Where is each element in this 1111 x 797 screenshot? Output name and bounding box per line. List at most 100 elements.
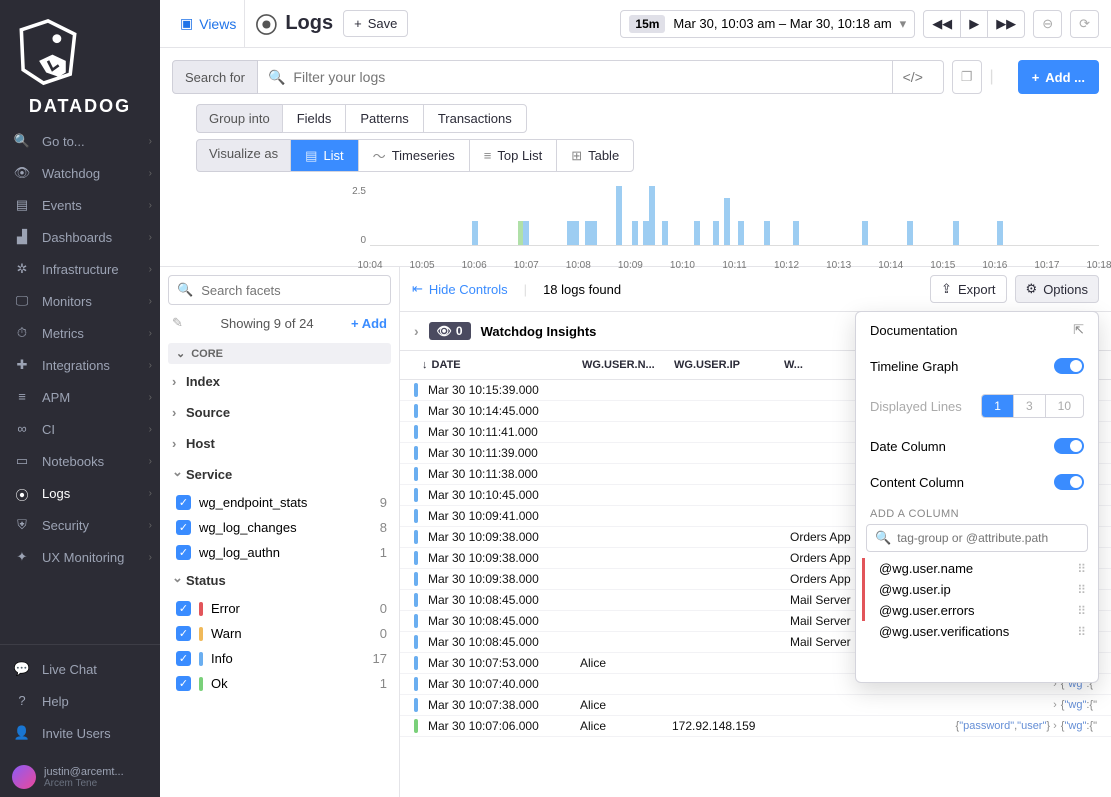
nav-item-security[interactable]: ⛨Security›	[0, 509, 160, 541]
nav-item-dashboards[interactable]: ▟Dashboards›	[0, 221, 160, 253]
nav-item-invite-users[interactable]: 👤Invite Users	[0, 717, 160, 749]
facet-item-ok[interactable]: ✓Ok1	[168, 671, 391, 696]
nav-user[interactable]: justin@arcemt... Arcem Tene	[0, 757, 160, 797]
checkbox-icon[interactable]: ✓	[176, 545, 191, 560]
options-button[interactable]: ⚙ Options	[1015, 275, 1099, 303]
nav-item-go-to-[interactable]: 🔍Go to...›	[0, 125, 160, 157]
table-row[interactable]: Mar 30 10:07:06.000Alice172.92.148.159{"…	[400, 716, 1111, 737]
facet-group-source[interactable]: Source	[168, 397, 391, 428]
timeline-chart[interactable]: 2.5 0 10:0410:0510:0610:0710:0810:0910:1…	[340, 186, 1099, 258]
save-button[interactable]: + Save	[343, 10, 408, 37]
export-button[interactable]: ⇪ Export	[930, 275, 1006, 303]
add-column-search[interactable]: 🔍	[866, 524, 1088, 552]
chevron-down-icon: ▾	[900, 16, 907, 32]
drag-handle-icon[interactable]: ⠿	[1077, 583, 1084, 597]
time-range-picker[interactable]: 15m Mar 30, 10:03 am – Mar 30, 10:18 am …	[620, 10, 915, 38]
facet-item-wg_log_authn[interactable]: ✓wg_log_authn1	[168, 540, 391, 565]
column--wg-user-verifications[interactable]: @wg.user.verifications⠿	[862, 621, 1098, 642]
facet-item-wg_log_changes[interactable]: ✓wg_log_changes8	[168, 515, 391, 540]
chart-bar	[997, 221, 1003, 245]
col-date[interactable]: ↓DATE	[414, 359, 574, 371]
content-col-toggle[interactable]	[1054, 474, 1084, 490]
add-button[interactable]: + Add ...	[1018, 60, 1099, 94]
facet-search-input[interactable]	[201, 283, 382, 298]
drag-handle-icon[interactable]: ⠿	[1077, 604, 1084, 618]
checkbox-icon[interactable]: ✓	[176, 520, 191, 535]
nav-item-infrastructure[interactable]: ✲Infrastructure›	[0, 253, 160, 285]
views-button[interactable]: ▣ Views	[172, 0, 245, 47]
search-field[interactable]: 🔍 </>	[258, 60, 944, 94]
facet-group-index[interactable]: Index	[168, 366, 391, 397]
plus-icon: +	[1032, 70, 1040, 85]
drag-handle-icon[interactable]: ⠿	[1077, 562, 1084, 576]
play-button[interactable]: ▶	[960, 10, 988, 38]
add-column-input[interactable]	[897, 531, 1079, 545]
checkbox-icon[interactable]: ✓	[176, 676, 191, 691]
opt-documentation[interactable]: Documentation ⇱	[856, 312, 1098, 348]
group-pill-fields[interactable]: Fields	[283, 105, 347, 132]
timeline-toggle[interactable]	[1054, 358, 1084, 374]
nav-item-apm[interactable]: ≡APM›	[0, 381, 160, 413]
viz-pill-top-list[interactable]: ≡Top List	[470, 140, 557, 171]
help-icon: ?	[12, 693, 32, 709]
forward-button[interactable]: ▶▶	[987, 10, 1025, 38]
facet-item-error[interactable]: ✓Error0	[168, 596, 391, 621]
date-col-toggle[interactable]	[1054, 438, 1084, 454]
checkbox-icon[interactable]: ✓	[176, 495, 191, 510]
viz-pill-list[interactable]: ▤List	[291, 140, 359, 171]
nav-item-monitors[interactable]: 🖵Monitors›	[0, 285, 160, 317]
facet-item-wg_endpoint_stats[interactable]: ✓wg_endpoint_stats9	[168, 490, 391, 515]
status-color-icon	[199, 627, 203, 641]
facet-group-status[interactable]: Status	[168, 565, 391, 596]
refresh-button[interactable]: ⟳	[1070, 10, 1099, 38]
copy-button[interactable]: ❐	[952, 60, 982, 94]
nav-item-integrations[interactable]: ✚Integrations›	[0, 349, 160, 381]
nav-item-watchdog[interactable]: 👁Watchdog›	[0, 157, 160, 189]
ci-icon: ∞	[12, 421, 32, 437]
nav-item-ux-monitoring[interactable]: ✦UX Monitoring›	[0, 541, 160, 573]
facet-group-service[interactable]: Service	[168, 459, 391, 490]
status-color-icon	[414, 593, 418, 607]
ux-icon: ✦	[12, 549, 32, 565]
nav-item-live-chat[interactable]: 💬Live Chat	[0, 653, 160, 685]
playback-controls: ◀◀ ▶ ▶▶	[923, 10, 1025, 38]
hide-controls-button[interactable]: ⇤ Hide Controls	[412, 281, 508, 297]
column--wg-user-errors[interactable]: @wg.user.errors⠿	[862, 600, 1098, 621]
column--wg-user-ip[interactable]: @wg.user.ip⠿	[862, 579, 1098, 600]
group-pill-transactions[interactable]: Transactions	[424, 105, 526, 132]
core-section[interactable]: ⌄ CORE	[168, 343, 391, 364]
lines-3[interactable]: 3	[1014, 395, 1046, 417]
column--wg-user-name[interactable]: @wg.user.name⠿	[862, 558, 1098, 579]
pencil-icon[interactable]: ✎	[172, 315, 183, 331]
search-input[interactable]	[285, 61, 891, 93]
col-username[interactable]: WG.USER.N...	[574, 359, 666, 371]
facet-search[interactable]: 🔍	[168, 275, 391, 305]
checkbox-icon[interactable]: ✓	[176, 601, 191, 616]
viz-pill-table[interactable]: ⊞Table	[557, 140, 633, 171]
nav-item-events[interactable]: ▤Events›	[0, 189, 160, 221]
lines-1[interactable]: 1	[982, 395, 1014, 417]
nav-item-metrics[interactable]: ⏱Metrics›	[0, 317, 160, 349]
facet-item-info[interactable]: ✓Info17	[168, 646, 391, 671]
facet-item-warn[interactable]: ✓Warn0	[168, 621, 391, 646]
nav-item-notebooks[interactable]: ▭Notebooks›	[0, 445, 160, 477]
status-color-icon	[414, 488, 418, 502]
checkbox-icon[interactable]: ✓	[176, 651, 191, 666]
viz-pill-timeseries[interactable]: 〜Timeseries	[359, 140, 470, 171]
zoom-out-button[interactable]: ⊖	[1033, 10, 1062, 38]
drag-handle-icon[interactable]: ⠿	[1077, 625, 1084, 639]
group-pill-patterns[interactable]: Patterns	[346, 105, 423, 132]
table-row[interactable]: Mar 30 10:07:38.000Alice›{"wg":{"	[400, 695, 1111, 716]
code-toggle-icon[interactable]: </>	[892, 61, 933, 93]
shield-icon: ⛨	[12, 517, 32, 533]
datadog-logo-icon	[0, 12, 96, 92]
nav-item-logs[interactable]: ⦿Logs›	[0, 477, 160, 509]
col-userip[interactable]: WG.USER.IP	[666, 359, 776, 371]
lines-10[interactable]: 10	[1046, 395, 1083, 417]
facet-group-host[interactable]: Host	[168, 428, 391, 459]
add-facet-button[interactable]: + Add	[351, 316, 387, 331]
nav-item-ci[interactable]: ∞CI›	[0, 413, 160, 445]
nav-item-help[interactable]: ?Help	[0, 685, 160, 717]
checkbox-icon[interactable]: ✓	[176, 626, 191, 641]
rewind-button[interactable]: ◀◀	[923, 10, 961, 38]
